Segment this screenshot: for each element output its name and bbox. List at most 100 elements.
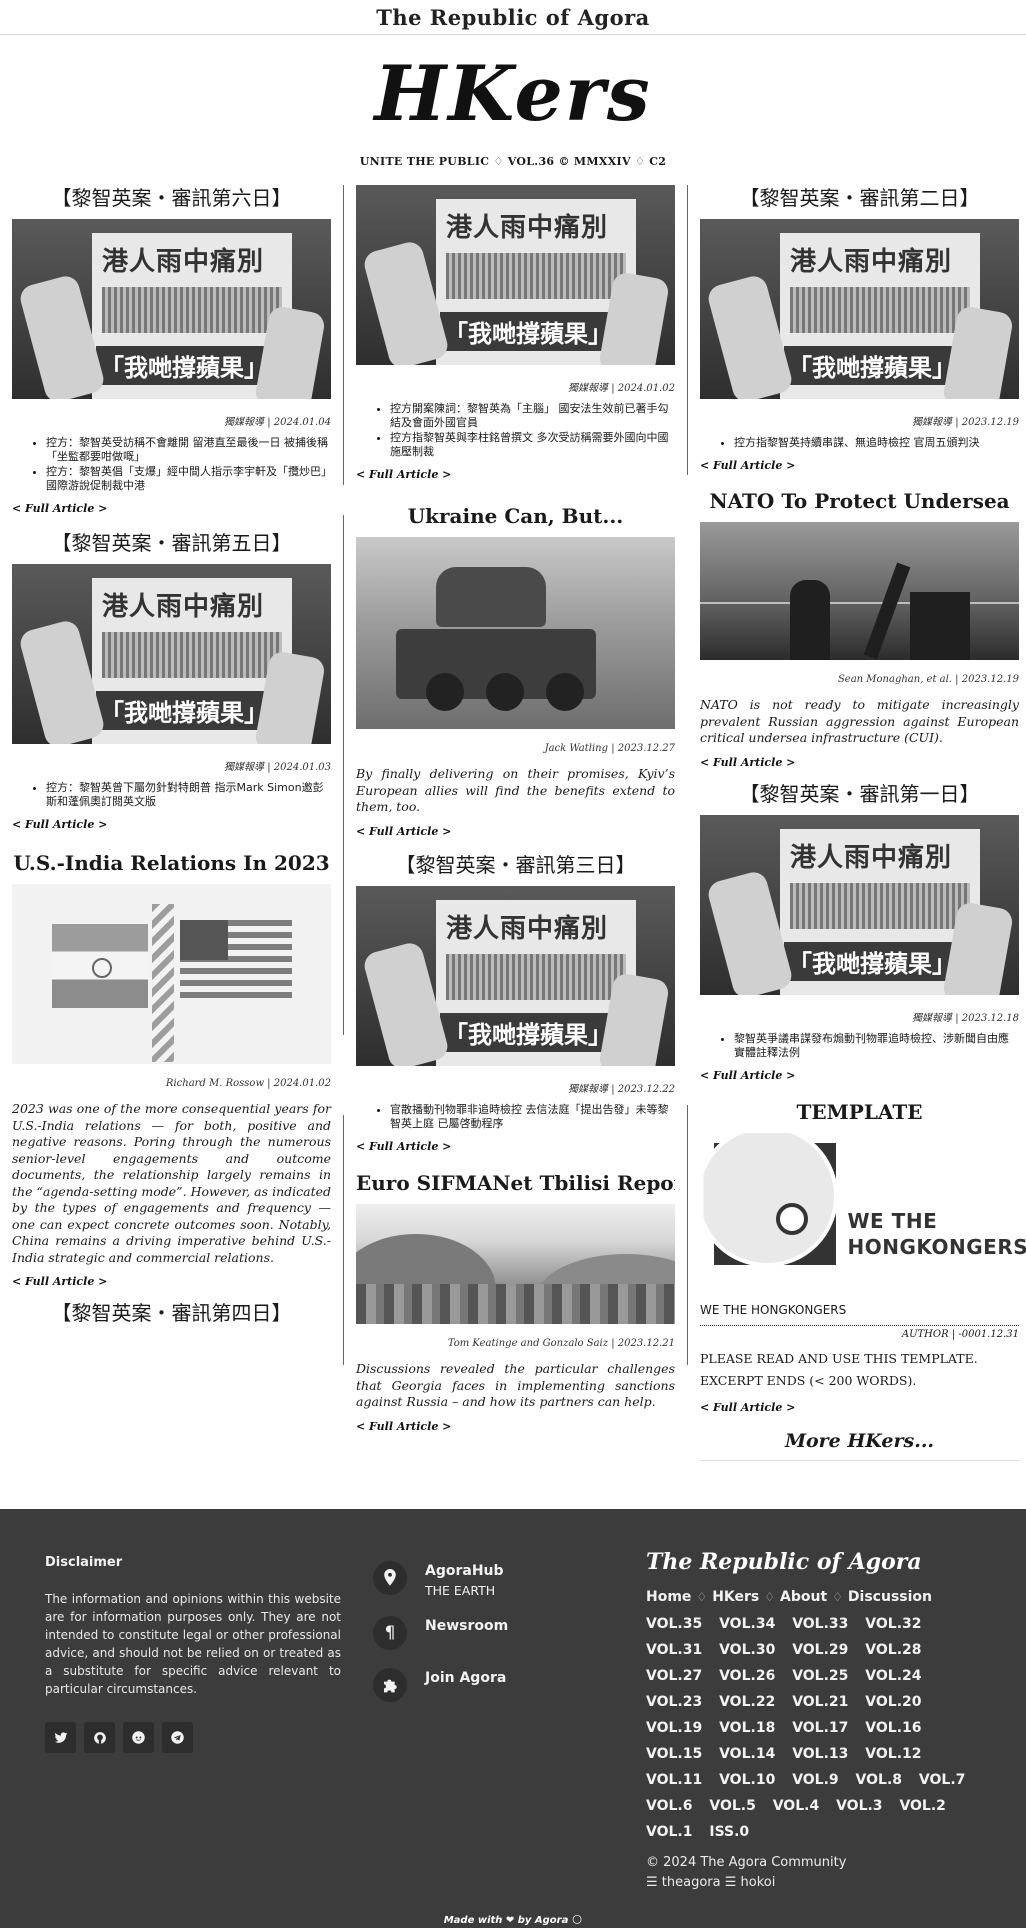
volume-link[interactable]: VOL.13 [792, 1746, 848, 1762]
article-image[interactable] [356, 1204, 675, 1324]
volume-link[interactable]: VOL.5 [709, 1798, 755, 1814]
footer-link-agorahub[interactable]: AgoraHub THE EARTH [373, 1561, 633, 1598]
volume-link[interactable]: VOL.27 [646, 1668, 702, 1684]
column-divider [687, 1105, 688, 1365]
article-meta: Jack Watling | 2023.12.27 [544, 743, 675, 754]
more-hkers-link[interactable]: More HKers... [700, 1430, 1019, 1452]
volume-link[interactable]: VOL.18 [719, 1720, 775, 1736]
article-bullets: 控方：黎智英受訪稱不會離開 留港直至最後一日 被捕後稱「坐監都要咁做嘅」 控方：… [12, 436, 331, 493]
list-item: 控方開案陳詞：黎智英為「主腦」 國安法生效前已著手勾結及會面外國官員 [390, 402, 675, 430]
volume-link[interactable]: VOL.29 [792, 1642, 848, 1658]
full-article-link[interactable]: < Full Article > [12, 502, 331, 515]
article-image[interactable]: 港人雨中痛別 「我哋撐蘋果」 [356, 886, 675, 1066]
footer-link-subtitle: THE EARTH [425, 1583, 496, 1598]
article-card: 【黎智英案・審訊第六日】 港人雨中痛別 「我哋撐蘋果」 獨媒報導 | 2024.… [12, 185, 331, 515]
volume-link[interactable]: VOL.35 [646, 1616, 702, 1632]
article-title[interactable]: U.S.-India Relations In 2023 [12, 850, 331, 876]
full-article-link[interactable]: < Full Article > [356, 1420, 675, 1433]
full-article-link[interactable]: < Full Article > [700, 1069, 1019, 1082]
nav-home[interactable]: Home [646, 1589, 691, 1605]
article-title[interactable]: 【黎智英案・審訊第六日】 [12, 185, 331, 211]
volume-link[interactable]: VOL.33 [792, 1616, 848, 1632]
volume-link[interactable]: VOL.21 [792, 1694, 848, 1710]
article-meta: AUTHOR | -0001.12.31 [901, 1329, 1019, 1340]
github-icon[interactable] [84, 1722, 115, 1753]
volume-link[interactable]: VOL.4 [773, 1798, 819, 1814]
volume-link[interactable]: VOL.16 [865, 1720, 921, 1736]
footer-brand[interactable]: The Republic of Agora [646, 1549, 996, 1575]
article-image[interactable] [700, 522, 1019, 660]
reddit-icon[interactable] [123, 1722, 154, 1753]
volume-link[interactable]: VOL.25 [792, 1668, 848, 1684]
site-brand[interactable]: The Republic of Agora [376, 5, 650, 30]
article-image[interactable]: 港人雨中痛別 「我哋撐蘋果」 [700, 815, 1019, 995]
volume-link[interactable]: VOL.10 [719, 1772, 775, 1788]
volume-link[interactable]: VOL.28 [865, 1642, 921, 1658]
article-image[interactable] [12, 884, 331, 1064]
volume-link[interactable]: VOL.34 [719, 1616, 775, 1632]
volume-link[interactable]: VOL.3 [836, 1798, 882, 1814]
article-image[interactable]: 港人雨中痛別 「我哋撐蘋果」 [12, 219, 331, 399]
article-title[interactable]: NATO To Protect Undersea [700, 488, 1019, 514]
full-article-link[interactable]: < Full Article > [356, 1140, 675, 1153]
full-article-link[interactable]: < Full Article > [12, 818, 331, 831]
article-image[interactable]: 港人雨中痛別 「我哋撐蘋果」 [356, 185, 675, 365]
article-title[interactable]: 【黎智英案・審訊第二日】 [700, 185, 1019, 211]
volume-link[interactable]: VOL.26 [719, 1668, 775, 1684]
volume-link[interactable]: VOL.6 [646, 1798, 692, 1814]
footer-link-join-agora[interactable]: Join Agora [373, 1668, 633, 1702]
article-title[interactable]: Ukraine Can, But... [356, 503, 675, 529]
footer-link-title: AgoraHub [425, 1563, 504, 1579]
volume-link[interactable]: VOL.2 [899, 1798, 945, 1814]
volume-link[interactable]: VOL.23 [646, 1694, 702, 1710]
volume-link[interactable]: VOL.7 [919, 1772, 965, 1788]
footer-link-newsroom[interactable]: ¶ Newsroom [373, 1616, 633, 1650]
volume-link[interactable]: VOL.20 [865, 1694, 921, 1710]
full-article-link[interactable]: < Full Article > [356, 468, 675, 481]
article-title[interactable]: 【黎智英案・審訊第一日】 [700, 781, 1019, 807]
article-title[interactable]: TEMPLATE [700, 1099, 1019, 1125]
nav-hkers[interactable]: HKers [712, 1589, 759, 1605]
full-article-link[interactable]: < Full Article > [700, 459, 1019, 472]
full-article-link[interactable]: < Full Article > [700, 1401, 1019, 1414]
article-title[interactable]: 【黎智英案・審訊第五日】 [12, 530, 331, 556]
volume-link[interactable]: VOL.17 [792, 1720, 848, 1736]
article-title[interactable]: Euro SIFMANet Tbilisi Report [356, 1170, 675, 1196]
newspaper-headline: 港人雨中痛別 [446, 213, 609, 243]
nav-about[interactable]: About [780, 1589, 827, 1605]
article-image[interactable] [356, 537, 675, 729]
list-item: 控方指黎智英持續串謀、無追時檢控 官周五頒判決 [734, 436, 1019, 450]
volume-link[interactable]: VOL.19 [646, 1720, 702, 1736]
masthead-logo[interactable]: HKers [0, 49, 1026, 139]
volume-link[interactable]: VOL.8 [856, 1772, 902, 1788]
volume-link[interactable]: ISS.0 [709, 1824, 749, 1840]
article-title[interactable]: 【黎智英案・審訊第三日】 [356, 852, 675, 878]
full-article-link[interactable]: < Full Article > [356, 825, 675, 838]
list-item: 控方指黎智英與李柱銘曾撰文 多次受訪稱需要外國向中國施壓制裁 [390, 431, 675, 459]
full-article-link[interactable]: < Full Article > [700, 756, 1019, 769]
volume-link[interactable]: VOL.31 [646, 1642, 702, 1658]
volume-link[interactable]: VOL.11 [646, 1772, 702, 1788]
we-the-hongkongers-logo[interactable]: WE THE HONGKONGERS [703, 1133, 1026, 1293]
volume-link[interactable]: VOL.12 [865, 1746, 921, 1762]
nav-discussion[interactable]: Discussion [848, 1589, 932, 1605]
volume-link[interactable]: VOL.1 [646, 1824, 692, 1840]
twitter-icon[interactable] [45, 1722, 76, 1753]
newspaper-headline: 港人雨中痛別 [102, 592, 265, 622]
volume-link[interactable]: VOL.22 [719, 1694, 775, 1710]
footer-handles[interactable]: ☰ theagora ☰ hokoi [646, 1873, 996, 1893]
volume-link[interactable]: VOL.14 [719, 1746, 775, 1762]
volume-link[interactable]: VOL.24 [865, 1668, 921, 1684]
volume-link[interactable]: VOL.9 [792, 1772, 838, 1788]
volume-link[interactable]: VOL.15 [646, 1746, 702, 1762]
article-image[interactable]: 港人雨中痛別 「我哋撐蘋果」 [12, 564, 331, 744]
telegram-icon[interactable] [162, 1722, 193, 1753]
article-title[interactable]: 【黎智英案・審訊第四日】 [12, 1300, 331, 1326]
full-article-link[interactable]: < Full Article > [12, 1275, 331, 1288]
article-card: NATO To Protect Undersea Sean Monaghan, … [700, 488, 1019, 769]
article-image[interactable]: 港人雨中痛別 「我哋撐蘋果」 [700, 219, 1019, 399]
article-excerpt: NATO is not ready to mitigate increasing… [700, 697, 1019, 745]
volume-link[interactable]: VOL.32 [865, 1616, 921, 1632]
volume-link[interactable]: VOL.30 [719, 1642, 775, 1658]
column-divider [343, 515, 344, 1035]
